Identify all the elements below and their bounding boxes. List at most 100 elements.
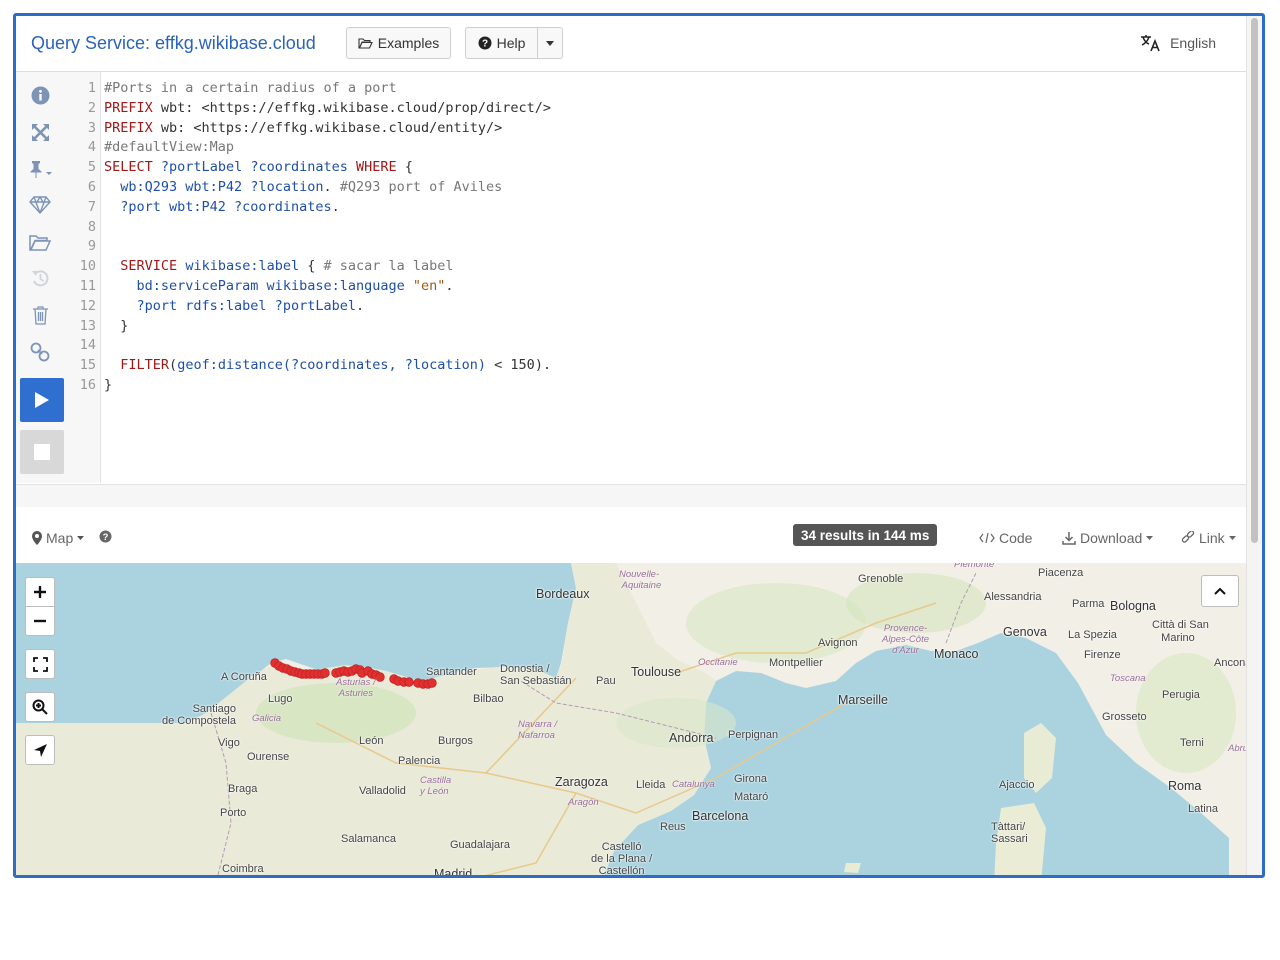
undo-button[interactable] xyxy=(23,263,57,293)
map-label-reus: Reus xyxy=(660,821,686,833)
map-label-guadalajara: Guadalajara xyxy=(450,839,510,851)
info-button[interactable] xyxy=(23,80,57,110)
sparql-editor[interactable]: #Ports in a certain radius of a port PREF… xyxy=(104,72,1246,483)
language-selector[interactable]: English xyxy=(1140,34,1216,52)
editor-resize-handle[interactable] xyxy=(16,484,1246,508)
code-line[interactable]: wb:Q293 wbt:P42 ?location. #Q293 port of… xyxy=(104,178,502,198)
map-label-zaragoza: Zaragoza xyxy=(555,775,608,789)
map-label-mataro: Mataró xyxy=(734,791,769,803)
code-token: geof:distance(?coordinates, ?location) xyxy=(177,357,487,374)
map-label-marseille: Marseille xyxy=(838,693,889,707)
code-line[interactable]: #defaultView:Map xyxy=(104,138,234,158)
code-line[interactable]: SELECT ?portLabel ?coordinates WHERE { xyxy=(104,158,413,178)
history-icon xyxy=(31,269,48,286)
add-prefixes-button[interactable] xyxy=(23,154,57,184)
code-button[interactable]: Code xyxy=(979,530,1032,546)
code-token: ( xyxy=(169,357,178,374)
format-query-button[interactable] xyxy=(23,117,57,147)
code-token: bd:serviceParam wikibase:language xyxy=(136,278,405,294)
examples-tool-button[interactable] xyxy=(23,227,57,257)
map-label-san-marino: Città di San Marino xyxy=(1152,619,1209,644)
code-label: Code xyxy=(999,530,1033,546)
map-label-ourense: Ourense xyxy=(247,751,290,763)
fullscreen-icon xyxy=(32,656,48,672)
result-marker[interactable] xyxy=(320,668,330,678)
line-number: 11 xyxy=(79,278,96,294)
help-dropdown-toggle[interactable] xyxy=(537,27,563,59)
locate-me-button[interactable] xyxy=(25,735,55,765)
page-scrollbar[interactable] xyxy=(1246,16,1262,875)
link-menu[interactable]: Link xyxy=(1181,530,1236,546)
caret-down-icon xyxy=(77,536,85,540)
map-region-catalunya: Catalunya xyxy=(672,779,715,790)
code-line[interactable]: FILTER(geof:distance(?coordinates, ?loca… xyxy=(104,356,551,376)
code-line[interactable]: bd:serviceParam wikibase:language "en". xyxy=(104,277,454,297)
result-marker[interactable] xyxy=(375,672,385,682)
link-icon xyxy=(1181,531,1195,543)
code-line[interactable]: } xyxy=(104,376,112,396)
code-line[interactable]: } xyxy=(104,317,128,337)
code-token: { xyxy=(396,159,413,176)
code-line[interactable]: ?port rdfs:label ?portLabel. xyxy=(104,297,365,317)
code-line[interactable]: ?port wbt:P42 ?coordinates. xyxy=(104,198,339,218)
code-token: ?port wbt:P42 ?coordinates xyxy=(120,198,332,215)
code-token: wbt: <https://effkg.wikibase.cloud/prop/… xyxy=(152,99,552,116)
zoom-to-results-button[interactable] xyxy=(25,692,55,722)
query-helper-button[interactable] xyxy=(23,190,57,220)
code-line[interactable]: PREFIX wbt: <https://effkg.wikibase.clou… xyxy=(104,99,551,119)
view-help-button[interactable]: ? xyxy=(99,530,112,543)
trash-icon xyxy=(32,306,48,325)
link-tool-button[interactable] xyxy=(23,337,57,367)
map-label-firenze: Firenze xyxy=(1084,649,1121,661)
code-line[interactable]: #Ports in a certain radius of a port xyxy=(104,79,397,99)
line-number: 7 xyxy=(87,198,96,215)
view-selector[interactable]: Map xyxy=(32,530,85,546)
zoom-out-button[interactable] xyxy=(25,606,55,636)
line-number: 9 xyxy=(87,238,96,255)
map-label-alessandria: Alessandria xyxy=(984,591,1042,603)
page-title[interactable]: Query Service: effkg.wikibase.cloud xyxy=(31,33,316,54)
map-region-abruzzo: Abru xyxy=(1228,743,1246,754)
map-label-bordeaux: Bordeaux xyxy=(536,587,590,601)
results-count-badge: 34 results in 144 ms xyxy=(793,524,938,546)
code-token: wb:Q293 wbt:P42 ?location xyxy=(120,179,324,195)
code-line[interactable]: SERVICE wikibase:label { # sacar la labe… xyxy=(104,257,453,277)
code-icon xyxy=(979,533,995,543)
result-marker[interactable] xyxy=(427,678,437,688)
line-number: 16 xyxy=(79,377,96,393)
map-region-nouvelle-aquitaine: Nouvelle- Aquitaine xyxy=(619,569,662,591)
run-query-button[interactable] xyxy=(20,378,64,422)
caret-down-icon xyxy=(1228,536,1236,540)
line-number: 4 xyxy=(87,139,96,156)
map-label-lugo: Lugo xyxy=(268,693,293,705)
scrollbar-thumb[interactable] xyxy=(1251,18,1258,543)
fullscreen-button[interactable] xyxy=(25,649,55,679)
chevron-up-icon xyxy=(1214,587,1226,595)
download-menu[interactable]: Download xyxy=(1062,530,1154,546)
map-label-ajaccio: Ajaccio xyxy=(999,779,1035,791)
results-map[interactable]: Bordeaux Toulouse Montpellier Marseille … xyxy=(16,563,1246,875)
map-label-avignon: Avignon xyxy=(818,637,858,649)
code-token: ?port rdfs:label ?portLabel xyxy=(136,297,356,314)
clear-query-button[interactable] xyxy=(23,300,57,330)
help-button[interactable]: ? Help xyxy=(465,27,538,59)
map-layers-toggle[interactable] xyxy=(1201,575,1239,607)
stop-query-button[interactable] xyxy=(20,430,64,474)
zoom-in-button[interactable] xyxy=(25,577,55,607)
result-marker[interactable] xyxy=(404,677,414,687)
line-number: 8 xyxy=(87,218,96,235)
map-label-grosseto: Grosseto xyxy=(1102,711,1147,723)
line-number: 13 xyxy=(79,317,96,334)
map-label-santiago: Santiago de Compostela xyxy=(162,703,236,727)
folder-open-icon xyxy=(358,38,373,49)
examples-button[interactable]: Examples xyxy=(346,27,451,59)
code-token: SELECT xyxy=(104,159,153,176)
code-line[interactable]: PREFIX wb: <https://effkg.wikibase.cloud… xyxy=(104,119,502,139)
line-number-gutter: 1 2 3 4 5 6 7 8 9 10 11 12 13 14 15 16 xyxy=(70,72,101,483)
code-token: wikibase:label xyxy=(185,258,300,275)
map-label-valladolid: Valladolid xyxy=(359,785,406,797)
map-label-porto: Porto xyxy=(220,807,247,819)
map-region-castilla-leon: Castilla y León xyxy=(420,775,452,797)
